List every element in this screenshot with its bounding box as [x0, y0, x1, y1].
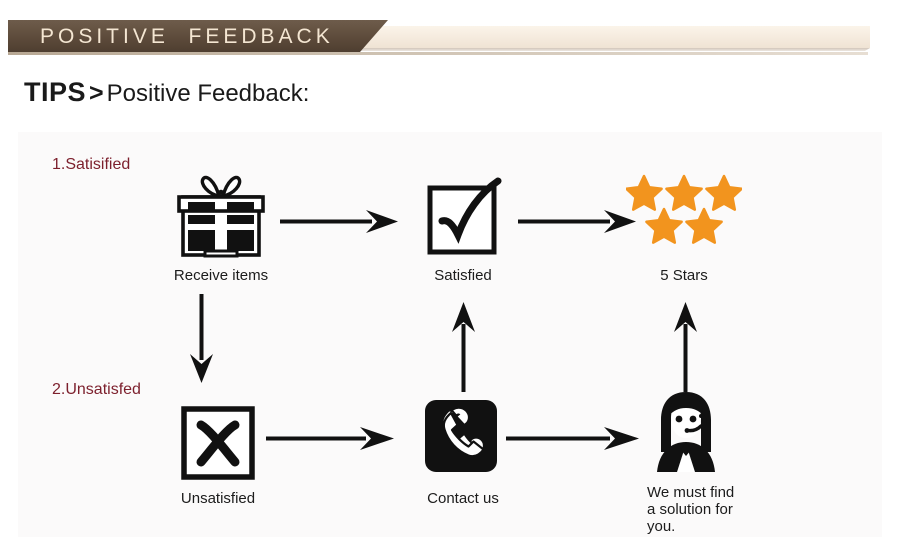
banner-cream-shadow	[356, 48, 870, 51]
node-label-five-stars: 5 Stars	[660, 267, 708, 284]
headset-agent-icon	[647, 390, 725, 472]
star-3	[705, 174, 743, 211]
banner-cream-stripe	[355, 26, 870, 48]
node-label-unsatisfied: Unsatisfied	[180, 490, 256, 507]
phone-icon	[425, 400, 497, 472]
step-label-unsatisfied: 2.Unsatisfed	[52, 381, 141, 398]
x-box-icon	[180, 405, 256, 481]
check-box-icon	[426, 177, 502, 257]
arrow-satisfied-to-stars	[518, 204, 638, 245]
step-label-satisfied: 1.Satisified	[52, 156, 131, 173]
star-2	[665, 174, 703, 211]
feedback-flow-diagram: 1.Satisified 2.Unsatisfed Receive items …	[18, 132, 882, 537]
arrow-agent-to-stars	[668, 300, 704, 397]
page-title-separator: >	[89, 79, 104, 107]
star-1	[625, 174, 663, 211]
gift-box-icon	[175, 172, 267, 258]
star-4	[645, 207, 683, 244]
node-label-satisfied: Satisfied	[434, 267, 492, 284]
node-label-receive-items: Receive items	[173, 267, 269, 284]
node-label-contact-us: Contact us	[427, 490, 499, 507]
page-root: POSITIVE FEEDBACK TIPS > Positive Feedback…	[0, 0, 900, 543]
header-banner: POSITIVE FEEDBACK	[0, 20, 900, 60]
arrow-receive-to-unsatisfied	[184, 294, 220, 389]
banner-title: POSITIVE FEEDBACK	[40, 25, 334, 48]
arrow-contact-to-agent	[506, 421, 641, 462]
arrow-unsatisfied-to-contact	[266, 421, 396, 462]
five-stars-icon	[625, 174, 743, 246]
banner-underline	[8, 52, 868, 55]
page-title-subject: Positive Feedback:	[106, 80, 310, 107]
page-title-tips: TIPS	[24, 77, 87, 107]
node-label-support-agent: We must find a solution for you.	[647, 484, 735, 535]
arrow-receive-to-satisfied	[280, 204, 400, 245]
arrow-contact-to-satisfied	[446, 300, 482, 397]
star-5	[685, 207, 723, 244]
page-title: TIPS > Positive Feedback:	[24, 76, 309, 110]
